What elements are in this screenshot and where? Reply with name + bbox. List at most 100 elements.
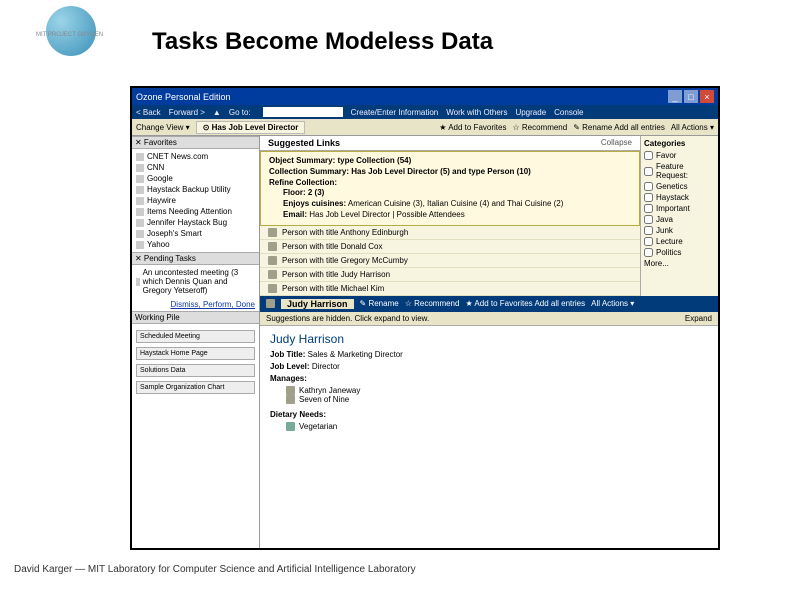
dietary-value: Vegetarian [286,422,708,431]
person-row[interactable]: Person with title Gregory McCumby [260,254,640,268]
person-icon [286,395,295,404]
recommend-button[interactable]: ☆ Recommend [512,123,567,132]
person-heading: Judy Harrison [270,332,708,346]
category-more[interactable]: More... [644,258,715,269]
oxygen-logo: MIT PROJECT OXYGEN [8,4,108,64]
site-icon [136,241,144,249]
slide-title: Tasks Become Modeless Data [152,28,493,56]
categories-panel: Categories Favor Feature Request: Geneti… [640,136,718,296]
create-link[interactable]: Create/Enter Information [351,108,439,117]
task-actions-link[interactable]: Dismiss, Perform, Done [132,298,259,311]
window-titlebar[interactable]: Ozone Personal Edition _ □ × [132,88,718,105]
rename-button[interactable]: ✎ Rename [360,299,399,308]
categories-header: Categories [644,139,715,150]
person-icon [268,228,277,237]
manages-person[interactable]: Seven of Nine [286,395,708,404]
window-title: Ozone Personal Edition [136,92,231,102]
favorite-item[interactable]: Joseph's Smart [136,228,255,239]
category-item[interactable]: Haystack [644,192,715,203]
pending-task[interactable]: An uncontested meeting (3 which Dennis Q… [136,267,255,296]
favorite-item[interactable]: Google [136,173,255,184]
nav-toolbar: < Back Forward > ▲ Go to: Create/Enter I… [132,105,718,119]
all-actions-dropdown[interactable]: All Actions ▾ [671,123,714,132]
site-icon [136,153,144,161]
site-icon [136,197,144,205]
collapse-link[interactable]: Collapse [601,138,632,148]
category-item[interactable]: Politics [644,247,715,258]
app-window: Ozone Personal Edition _ □ × < Back Forw… [130,86,720,550]
recommend-button[interactable]: ☆ Recommend [405,299,460,308]
add-favorites-button[interactable]: ★ Add to Favorites [439,123,506,132]
favorite-item[interactable]: Jennifer Haystack Bug [136,217,255,228]
category-item[interactable]: Feature Request: [644,161,715,181]
back-button[interactable]: < Back [136,108,161,117]
sidebar: ✕ Favorites CNET News.com CNN Google Hay… [132,136,260,548]
favorites-header[interactable]: ✕ Favorites [132,136,259,149]
change-view-dropdown[interactable]: Change View ▾ [136,123,190,132]
goto-input[interactable] [263,107,343,117]
favorite-item[interactable]: Yahoo [136,239,255,250]
category-item[interactable]: Lecture [644,236,715,247]
favorite-item[interactable]: Haystack Backup Utility [136,184,255,195]
working-item[interactable]: Sample Organization Chart [136,381,255,394]
all-actions-dropdown[interactable]: All Actions ▾ [591,299,634,308]
refine-box: Object Summary: type Collection (54) Col… [260,151,640,226]
collection-title: ⊙ Has Job Level Director [196,121,306,134]
person-detail: Judy Harrison Job Title: Sales & Marketi… [260,326,718,548]
person-row[interactable]: Person with title Donald Cox [260,240,640,254]
favorites-list: CNET News.com CNN Google Haystack Backup… [132,149,259,252]
forward-button[interactable]: Forward > [169,108,205,117]
person-row[interactable]: Person with title Anthony Edinburgh [260,226,640,240]
person-name-pill: Judy Harrison [281,299,354,309]
working-item[interactable]: Haystack Home Page [136,347,255,360]
director-toolbar: Change View ▾ ⊙ Has Job Level Director ★… [132,119,718,136]
working-pile: Scheduled Meeting Haystack Home Page Sol… [132,324,259,548]
site-icon [136,208,144,216]
work-link[interactable]: Work with Others [446,108,507,117]
person-list: Person with title Anthony Edinburgh Pers… [260,226,640,296]
favorite-item[interactable]: CNET News.com [136,151,255,162]
category-item[interactable]: Important [644,203,715,214]
working-item[interactable]: Solutions Data [136,364,255,377]
add-favorites-button[interactable]: ★ Add to Favorites Add all entries [465,299,585,308]
category-item[interactable]: Favor [644,150,715,161]
maximize-button[interactable]: □ [684,90,698,103]
footer-attribution: David Karger — MIT Laboratory for Comput… [14,564,416,575]
pending-list: An uncontested meeting (3 which Dennis Q… [132,265,259,298]
site-icon [136,219,144,227]
console-link[interactable]: Console [554,108,583,117]
person-icon [268,242,277,251]
site-icon [136,164,144,172]
close-button[interactable]: × [700,90,714,103]
category-item[interactable]: Junk [644,225,715,236]
person-row[interactable]: Person with title Judy Harrison [260,268,640,282]
favorite-item[interactable]: Haywire [136,195,255,206]
working-item[interactable]: Scheduled Meeting [136,330,255,343]
task-icon [136,278,140,286]
category-item[interactable]: Java [644,214,715,225]
category-item[interactable]: Genetics [644,181,715,192]
person-icon [268,256,277,265]
main-content: Suggested Links Collapse Object Summary:… [260,136,718,548]
suggestions-hidden-bar: Suggestions are hidden. Click expand to … [260,312,718,326]
leaf-icon [286,422,295,431]
upgrade-link[interactable]: Upgrade [515,108,546,117]
manages-person[interactable]: Kathryn Janeway [286,386,708,395]
person-icon [286,386,295,395]
person-icon [268,270,277,279]
expand-link[interactable]: Expand [685,314,712,323]
site-icon [136,175,144,183]
suggested-links-header: Suggested Links Collapse [260,136,640,151]
site-icon [136,230,144,238]
minimize-button[interactable]: _ [668,90,682,103]
person-toolbar: Judy Harrison ✎ Rename ☆ Recommend ★ Add… [260,296,718,312]
goto-label: Go to: [229,108,251,117]
person-row[interactable]: Person with title Michael Kim [260,282,640,296]
pending-header[interactable]: ✕ Pending Tasks [132,252,259,265]
working-pile-header[interactable]: Working Pile [132,311,259,324]
favorite-item[interactable]: Items Needing Attention [136,206,255,217]
person-icon [266,299,275,308]
site-icon [136,186,144,194]
rename-button[interactable]: ✎ Rename Add all entries [573,123,665,132]
favorite-item[interactable]: CNN [136,162,255,173]
